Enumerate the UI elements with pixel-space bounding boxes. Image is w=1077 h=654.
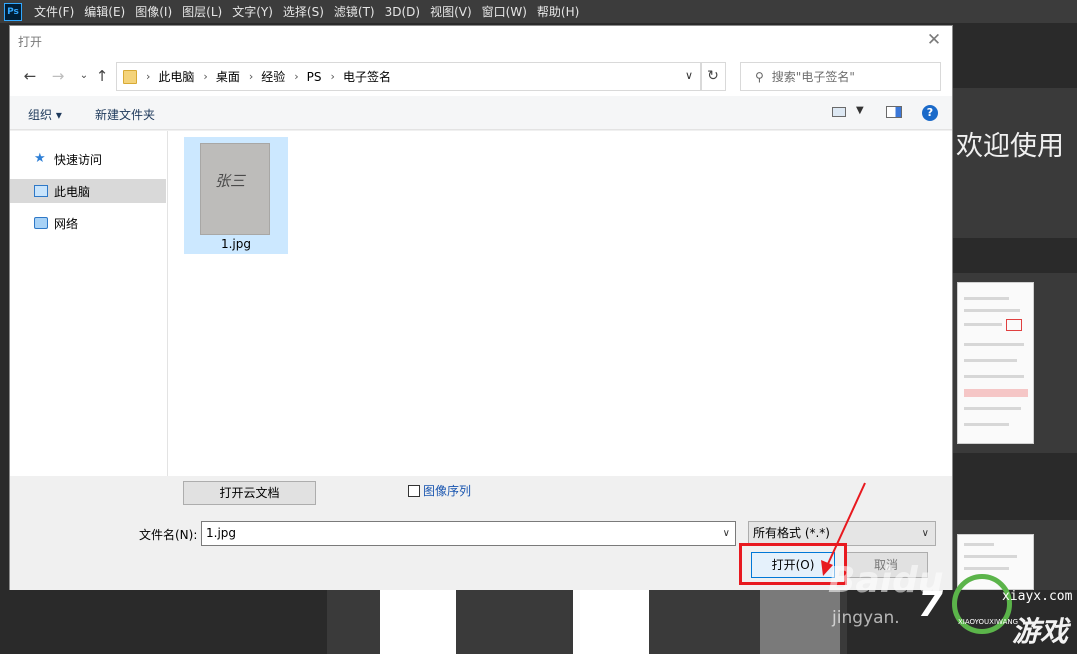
photoshop-logo: Ps	[4, 2, 22, 21]
dialog-title: 打开	[18, 35, 43, 49]
game-site-pinyin: XIAOYOUXIWANG	[958, 618, 1019, 626]
menu-filter[interactable]: 滤镜(T)	[329, 3, 380, 20]
nav-item-this-pc[interactable]: 此电脑	[10, 179, 166, 203]
up-arrow-icon[interactable]: ↑	[92, 66, 112, 86]
back-arrow-icon[interactable]: ←	[20, 66, 40, 86]
jingyan-watermark: jingyan.	[832, 608, 900, 628]
folder-icon	[123, 69, 137, 84]
help-icon[interactable]: ?	[922, 105, 938, 121]
breadcrumb-this-pc[interactable]: 此电脑	[158, 68, 194, 85]
breadcrumb-separator-icon[interactable]: ›	[203, 70, 207, 83]
file-thumbnail: 张三	[200, 143, 270, 235]
view-mode-icon[interactable]	[832, 107, 846, 117]
nav-item-network[interactable]: 网络	[10, 211, 166, 235]
network-icon	[34, 217, 48, 229]
menu-image[interactable]: 图像(I)	[130, 3, 177, 20]
nav-item-quick-access[interactable]: ★ 快速访问	[10, 147, 166, 171]
refresh-icon[interactable]: ↻	[700, 62, 726, 91]
game-site-text: 游戏	[1012, 615, 1069, 648]
menu-type[interactable]: 文字(Y)	[227, 3, 278, 20]
address-dropdown-icon[interactable]: ∨	[685, 69, 693, 82]
menu-edit[interactable]: 编辑(E)	[79, 3, 130, 20]
view-dropdown-icon[interactable]: ▼	[856, 105, 864, 116]
nav-item-label: 网络	[54, 216, 79, 231]
open-dialog: 打开 ✕ ← → ⌄ ↑ › 此电脑 › 桌面 › 经验 › PS › 电子签名…	[9, 25, 953, 590]
menu-view[interactable]: 视图(V)	[425, 3, 477, 20]
image-sequence-checkbox[interactable]	[408, 485, 420, 497]
chevron-down-icon[interactable]: ∨	[922, 522, 929, 545]
welcome-heading: 欢迎使用	[956, 131, 1064, 162]
dialog-titlebar: 打开 ✕	[10, 26, 952, 56]
breadcrumb-e-signature[interactable]: 电子签名	[343, 68, 391, 85]
filename-field[interactable]: 1.jpg ∨	[201, 521, 736, 546]
menu-select[interactable]: 选择(S)	[278, 3, 329, 20]
forward-arrow-icon[interactable]: →	[48, 66, 68, 86]
recent-card-2[interactable]	[573, 590, 649, 654]
game-site-seven: 7	[918, 584, 944, 625]
search-placeholder: 搜索"电子签名"	[771, 70, 855, 84]
close-icon[interactable]: ✕	[922, 29, 946, 51]
menu-3d[interactable]: 3D(D)	[380, 5, 425, 19]
breadcrumb-separator-icon[interactable]: ›	[249, 70, 253, 83]
star-icon: ★	[34, 151, 46, 166]
photoshop-menubar: Ps 文件(F) 编辑(E) 图像(I) 图层(L) 文字(Y) 选择(S) 滤…	[0, 0, 1077, 23]
address-bar[interactable]: › 此电脑 › 桌面 › 经验 › PS › 电子签名 ∨	[116, 62, 702, 91]
game-site-url: xiayx.com	[1002, 589, 1073, 604]
menu-window[interactable]: 窗口(W)	[477, 3, 532, 20]
breadcrumb-separator-icon[interactable]: ›	[294, 70, 298, 83]
filename-value: 1.jpg	[206, 526, 237, 540]
breadcrumb-separator-icon[interactable]: ›	[331, 70, 335, 83]
organize-button[interactable]: 组织 ▾	[28, 106, 62, 123]
computer-icon	[34, 185, 48, 197]
file-item[interactable]: 张三 1.jpg	[184, 137, 288, 254]
new-folder-button[interactable]: 新建文件夹	[95, 106, 155, 123]
nav-item-label: 快速访问	[54, 152, 103, 167]
breadcrumb-desktop[interactable]: 桌面	[216, 68, 240, 85]
menu-file[interactable]: 文件(F)	[29, 3, 79, 20]
recent-card-1[interactable]	[380, 590, 456, 654]
breadcrumb-ps[interactable]: PS	[307, 70, 322, 84]
navigation-pane: ★ 快速访问 此电脑 网络	[10, 131, 168, 476]
navigation-bar: ← → ⌄ ↑ › 此电脑 › 桌面 › 经验 › PS › 电子签名 ∨ ↻ …	[10, 56, 952, 96]
breadcrumb-experience[interactable]: 经验	[261, 68, 285, 85]
image-sequence-label[interactable]: 图像序列	[423, 482, 471, 499]
preview-pane-icon[interactable]	[886, 106, 902, 118]
recent-locations-chevron-icon[interactable]: ⌄	[74, 66, 94, 86]
chevron-down-icon[interactable]: ∨	[723, 522, 730, 545]
search-input[interactable]: ⚲ 搜索"电子签名"	[740, 62, 941, 91]
filename-label: 文件名(N):	[139, 528, 198, 542]
menu-layer[interactable]: 图层(L)	[177, 3, 227, 20]
thumbnail-signature: 张三	[215, 172, 246, 190]
file-name: 1.jpg	[220, 237, 252, 251]
menu-help[interactable]: 帮助(H)	[532, 3, 584, 20]
breadcrumb-separator-icon[interactable]: ›	[146, 70, 150, 83]
dialog-toolbar: 组织 ▾ 新建文件夹 ▼ ?	[10, 96, 952, 130]
search-icon: ⚲	[755, 69, 764, 84]
nav-item-label: 此电脑	[54, 184, 91, 199]
recent-thumbnail-phone[interactable]	[957, 282, 1034, 444]
file-list: 张三 1.jpg	[168, 131, 952, 476]
welcome-panel	[952, 88, 1077, 238]
open-cloud-document-button[interactable]: 打开云文档	[183, 481, 316, 505]
